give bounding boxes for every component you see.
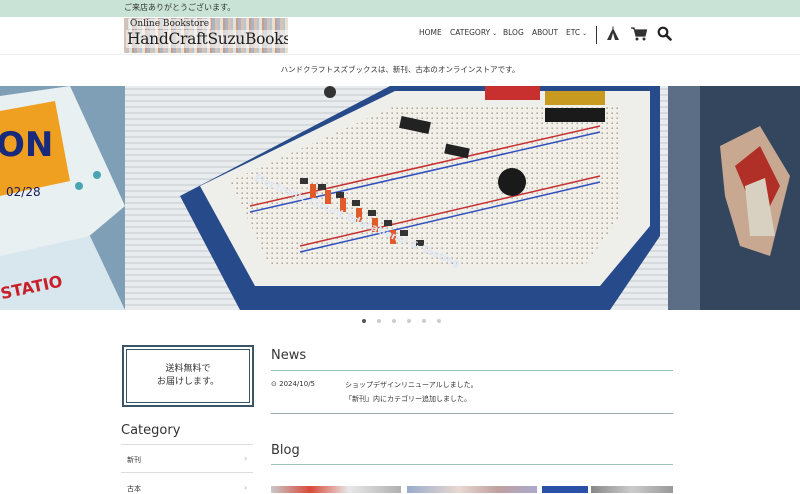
free-shipping-banner[interactable]: 送料無料で お届けします。 <box>122 345 254 407</box>
logo-title: HandCraftSuzuBooks <box>126 30 288 48</box>
svg-text:ON: ON <box>0 125 53 165</box>
site-logo[interactable]: Online Bookstore HandCraftSuzuBooks <box>124 18 288 53</box>
nav-category[interactable]: CATEGORY ⌄ <box>450 28 497 37</box>
chevron-right-icon: › <box>244 454 248 463</box>
nav-divider <box>596 26 597 44</box>
cart-icon[interactable] <box>631 27 647 41</box>
news-divider <box>271 370 673 371</box>
blog-thumbnail[interactable] <box>407 486 537 493</box>
slider-dot[interactable] <box>422 319 426 323</box>
svg-text:02/28: 02/28 <box>6 185 41 199</box>
slider-dot[interactable] <box>362 319 366 323</box>
search-icon[interactable] <box>657 26 672 41</box>
site-tagline: ハンドクラフトスズブックスは、新刊、古本のオンラインストアです。 <box>280 65 520 74</box>
blog-thumbnail[interactable] <box>591 486 673 493</box>
sidebar-item-new-books[interactable]: 新刊 <box>127 455 141 465</box>
nav-about[interactable]: ABOUT <box>532 28 558 37</box>
shipping-line-1: 送料無料で <box>165 364 211 374</box>
sidebar-divider <box>121 444 253 445</box>
nav-etc[interactable]: ETC ⌄ <box>566 28 587 37</box>
slider-dot[interactable] <box>392 319 396 323</box>
clock-icon: ⊙ <box>271 380 277 388</box>
announcement-text: ご来店ありがとうございます。 <box>124 3 236 12</box>
slider-dot[interactable] <box>437 319 441 323</box>
slider-dot[interactable] <box>377 319 381 323</box>
chevron-down-icon: ⌄ <box>492 30 498 37</box>
blog-thumbnail[interactable] <box>542 486 588 493</box>
shipping-line-2: お届けします。 <box>156 377 220 387</box>
tent-icon[interactable] <box>605 26 621 42</box>
news-date: ⊙ 2024/10/5 <box>271 380 316 388</box>
sidebar-category-title: Category <box>121 423 181 438</box>
slider-dot[interactable] <box>407 319 411 323</box>
announcement-bar: ご来店ありがとうございます。 <box>0 0 800 17</box>
blog-title: Blog <box>271 443 300 458</box>
sidebar-divider <box>121 472 253 473</box>
news-item-text-2[interactable]: 「新刊」内にカテゴリー追加しました。 <box>345 394 471 404</box>
blog-divider <box>271 464 673 465</box>
chevron-right-icon: › <box>244 483 248 492</box>
nav-blog[interactable]: BLOG <box>503 28 524 37</box>
news-title: News <box>271 348 307 363</box>
logo-subtitle: Online Bookstore <box>128 19 212 29</box>
news-bottom-divider <box>271 413 673 414</box>
nav-home[interactable]: HOME <box>419 28 442 37</box>
chevron-down-icon: ⌄ <box>582 30 588 37</box>
blog-thumbnail[interactable] <box>271 486 401 493</box>
site-header: Online Bookstore HandCraftSuzuBooks HOME… <box>0 17 800 55</box>
news-item-text-1[interactable]: ショップデザインリニューアルしました。 <box>345 380 478 390</box>
hero-slider-image[interactable]: ON 02/28 STATIO Electronic Circuit Educa… <box>0 86 800 310</box>
